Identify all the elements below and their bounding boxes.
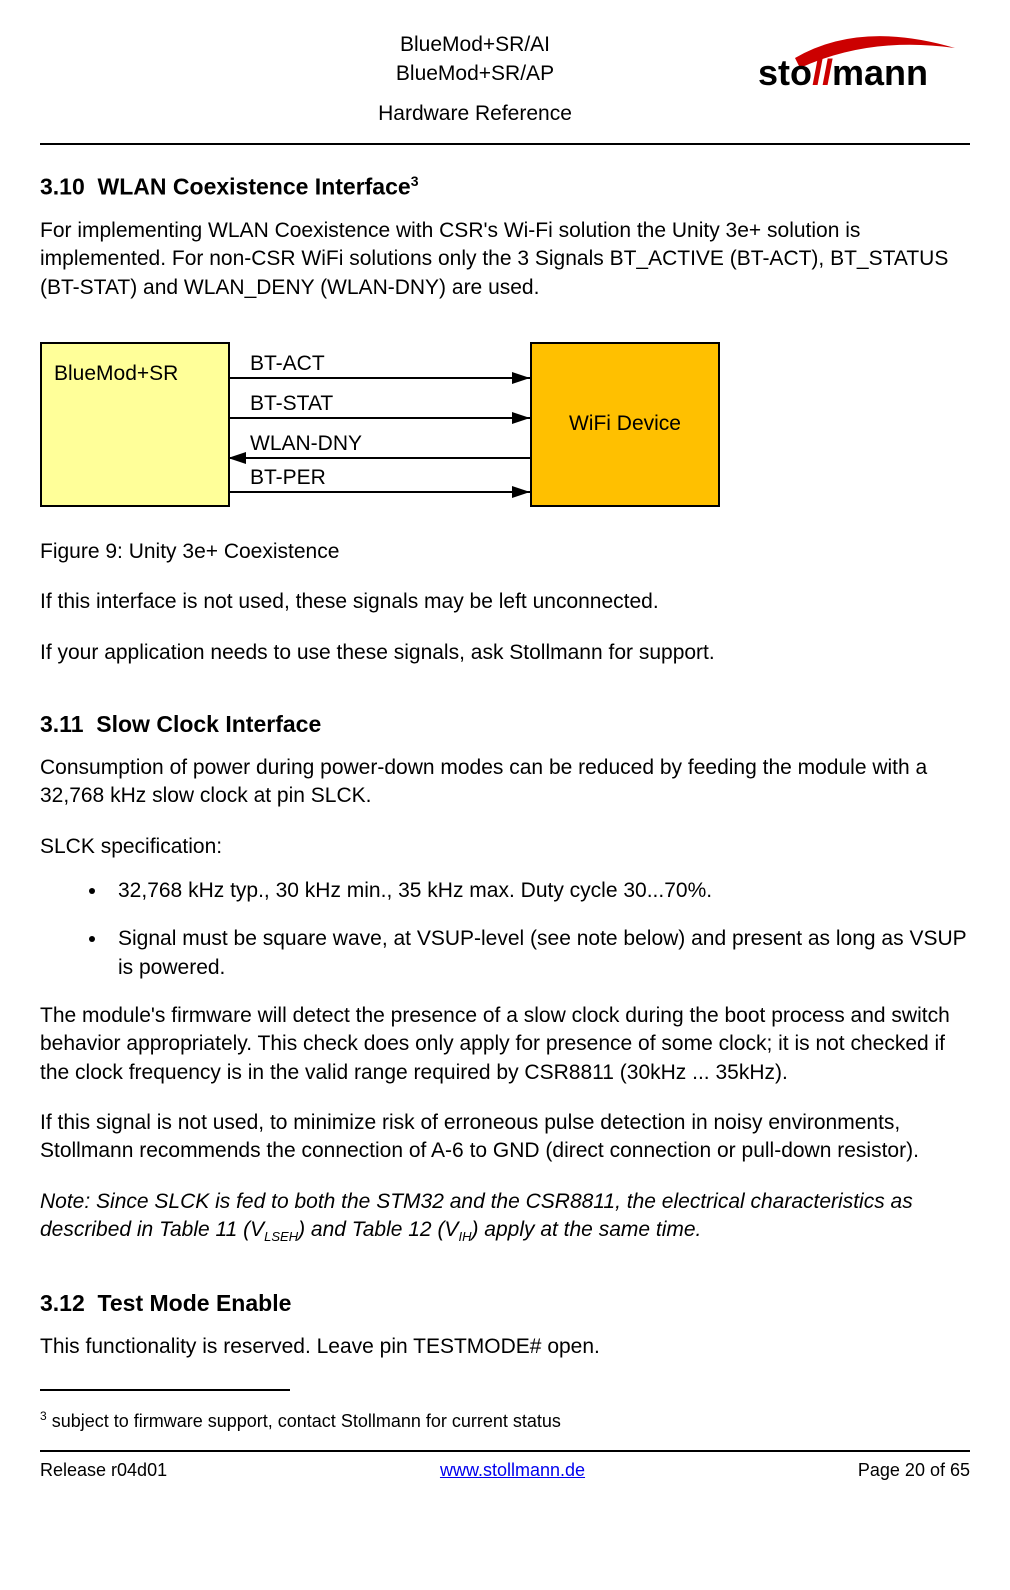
figure-9-caption: Figure 9: Unity 3e+ Coexistence xyxy=(40,538,970,566)
s311-p4: If this signal is not used, to minimize … xyxy=(40,1109,970,1166)
section-num: 3.11 xyxy=(40,711,84,737)
page-footer: Release r04d01 www.stollmann.de Page 20 … xyxy=(40,1460,970,1481)
s311-note: Note: Since SLCK is fed to both the STM3… xyxy=(40,1188,970,1246)
page: BlueMod+SR/AI BlueMod+SR/AP Hardware Ref… xyxy=(0,0,1010,1590)
section-num: 3.12 xyxy=(40,1290,85,1316)
s310-p2: If this interface is not used, these sig… xyxy=(40,588,970,616)
doc-subtitle: Hardware Reference xyxy=(200,99,750,128)
note-post: ) apply at the same time. xyxy=(471,1218,701,1241)
footnote-3: 3 subject to firmware support, contact S… xyxy=(40,1409,970,1432)
doc-title-2: BlueMod+SR/AP xyxy=(200,59,750,88)
slck-spec-list: 32,768 kHz typ., 30 kHz min., 35 kHz max… xyxy=(40,877,970,982)
footnote-ref-num: 3 xyxy=(40,1409,47,1423)
footer-rule xyxy=(40,1450,970,1452)
section-title: WLAN Coexistence Interface xyxy=(98,174,411,200)
s310-p1: For implementing WLAN Coexistence with C… xyxy=(40,217,970,302)
stollmann-logo: sto ll mann xyxy=(750,30,970,100)
slck-spec-item-1: 32,768 kHz typ., 30 kHz min., 35 kHz max… xyxy=(108,877,970,905)
svg-text:sto: sto xyxy=(758,52,812,93)
note-sub1: LSEH xyxy=(264,1229,298,1244)
footer-page: Page 20 of 65 xyxy=(858,1460,970,1481)
note-mid: ) and Table 12 (V xyxy=(298,1218,458,1241)
s311-p2: SLCK specification: xyxy=(40,833,970,861)
s312-p1: This functionality is reserved. Leave pi… xyxy=(40,1333,970,1361)
footnote-ref: 3 xyxy=(411,173,419,189)
section-title: Slow Clock Interface xyxy=(96,711,321,737)
signal-bt-per: BT-PER xyxy=(250,466,326,490)
header-rule xyxy=(40,143,970,145)
doc-title-1: BlueMod+SR/AI xyxy=(200,30,750,59)
section-3-10-heading: 3.10 WLAN Coexistence Interface3 xyxy=(40,173,970,201)
diagram-arrows xyxy=(40,330,720,520)
s311-p1: Consumption of power during power-down m… xyxy=(40,754,970,811)
section-3-11-heading: 3.11 Slow Clock Interface xyxy=(40,711,970,738)
signal-bt-act: BT-ACT xyxy=(250,352,325,376)
footnote-rule xyxy=(40,1389,290,1391)
header-titles: BlueMod+SR/AI BlueMod+SR/AP Hardware Ref… xyxy=(200,30,750,128)
section-title: Test Mode Enable xyxy=(98,1290,292,1316)
section-num: 3.10 xyxy=(40,174,85,200)
s311-p3: The module's firmware will detect the pr… xyxy=(40,1002,970,1087)
section-3-12-heading: 3.12 Test Mode Enable xyxy=(40,1290,970,1317)
footer-release: Release r04d01 xyxy=(40,1460,167,1481)
footer-link[interactable]: www.stollmann.de xyxy=(440,1460,585,1481)
signal-bt-stat: BT-STAT xyxy=(250,392,333,416)
logo-svg: sto ll mann xyxy=(750,30,970,100)
coexistence-diagram: BlueMod+SR WiFi Device BT-ACT B xyxy=(40,330,720,520)
footnote-text: subject to firmware support, contact Sto… xyxy=(47,1411,561,1431)
note-sub2: IH xyxy=(458,1229,471,1244)
page-header: BlueMod+SR/AI BlueMod+SR/AP Hardware Ref… xyxy=(40,30,970,128)
slck-spec-item-2: Signal must be square wave, at VSUP-leve… xyxy=(108,925,970,982)
svg-text:ll: ll xyxy=(812,52,833,93)
s310-p3: If your application needs to use these s… xyxy=(40,639,970,667)
signal-wlan-dny: WLAN-DNY xyxy=(250,432,362,456)
svg-text:mann: mann xyxy=(832,52,928,93)
